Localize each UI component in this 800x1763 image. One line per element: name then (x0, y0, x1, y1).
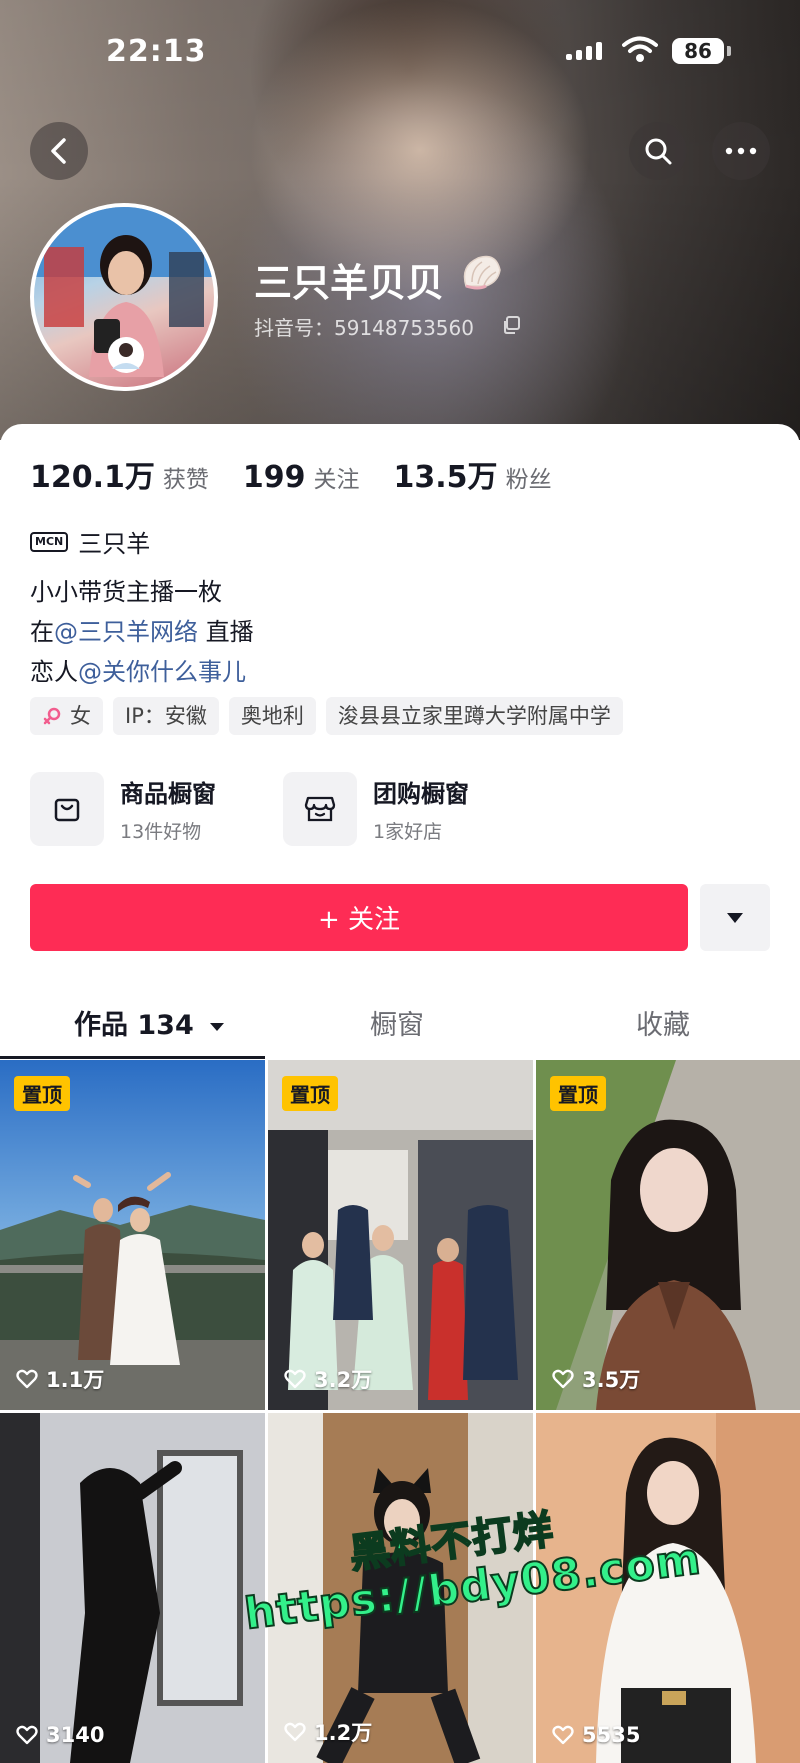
video-likes-count: 3140 (46, 1723, 105, 1747)
likes-label: 获赞 (162, 467, 209, 493)
video-thumbnail-image (268, 1060, 533, 1410)
tab-showcase[interactable]: 橱窗 (370, 1003, 424, 1042)
gender-label: 女 (70, 704, 91, 728)
bio-line-2: 在@三只羊网络 直播 (30, 612, 254, 647)
heart-icon (552, 1725, 574, 1745)
tab-works[interactable]: 作品 134 (74, 1003, 225, 1042)
ip-tag: IP：安徽 (113, 697, 219, 735)
video-thumbnail-image (536, 1060, 800, 1410)
video-likes: 3.5万 (552, 1364, 640, 1394)
product-showcase-entry[interactable]: 商品橱窗 13件好物 (30, 772, 216, 846)
chevron-left-icon (51, 138, 66, 164)
pinned-badge: 置顶 (14, 1076, 70, 1111)
likes-count[interactable]: 120.1万 (30, 452, 155, 496)
shop-subtitle: 13件好物 (120, 821, 202, 843)
active-tab-indicator (0, 1056, 265, 1059)
copy-icon[interactable] (502, 316, 520, 334)
video-likes: 5535 (552, 1723, 640, 1747)
mcn-row[interactable]: MCN 三只羊 (30, 524, 150, 559)
followers-label: 粉丝 (505, 467, 552, 493)
shell-emoji-icon (463, 255, 501, 290)
bio-text: 在 (30, 618, 54, 646)
school-tag[interactable]: 浚县县立家里蹲大学附属中学 (325, 697, 623, 735)
video-thumbnail[interactable]: 3140 (0, 1413, 265, 1763)
tab-works-label: 作品 134 (74, 1010, 194, 1041)
group-buy-title: 团购橱窗 (373, 780, 469, 808)
more-dots-icon (725, 147, 757, 155)
heart-icon (16, 1725, 38, 1745)
profile-nickname: 三只羊贝贝 (254, 261, 445, 305)
group-buy-subtitle: 1家好店 (373, 821, 443, 843)
video-likes-count: 3.2万 (314, 1368, 373, 1392)
profile-stats: 120.1万 获赞 199 关注 13.5万 粉丝 (30, 452, 586, 496)
follow-options-button[interactable] (700, 884, 770, 951)
mcn-name: 三只羊 (78, 530, 151, 558)
shop-title: 商品橱窗 (120, 780, 216, 808)
wifi-icon (622, 36, 658, 62)
video-likes: 3140 (16, 1723, 104, 1747)
group-buy-entry[interactable]: 团购橱窗 1家好店 (283, 772, 469, 846)
douyin-id: 抖音号：59148753560 (254, 316, 474, 340)
cellular-signal-icon (566, 40, 602, 60)
mcn-badge-icon: MCN (30, 531, 69, 552)
following-count[interactable]: 199 (243, 460, 306, 495)
video-thumbnail[interactable]: 置顶 3.2万 (268, 1060, 533, 1410)
heart-icon (552, 1369, 574, 1389)
pinned-badge: 置顶 (282, 1076, 338, 1111)
video-likes-count: 3.5万 (582, 1368, 641, 1392)
video-likes-count: 5535 (582, 1723, 641, 1747)
caret-down-icon (727, 912, 743, 923)
bio-text: 恋人 (30, 658, 78, 686)
caret-down-icon (210, 1022, 225, 1031)
avatar[interactable] (30, 203, 218, 391)
mention-link-company[interactable]: @三只羊网络 (54, 618, 198, 646)
female-icon (43, 707, 61, 725)
bio-text: 直播 (198, 618, 254, 646)
video-thumbnail-image (0, 1413, 265, 1763)
video-thumbnail-image (0, 1060, 265, 1410)
search-button[interactable] (629, 122, 687, 180)
gender-tag: 女 (30, 697, 103, 735)
video-likes-count: 1.1万 (46, 1368, 105, 1392)
search-icon (645, 138, 672, 165)
country-tag: 奥地利 (228, 697, 316, 735)
battery-tip (727, 46, 731, 56)
avatar-image (34, 207, 214, 377)
video-thumbnail[interactable]: 置顶 3.5万 (536, 1060, 800, 1410)
pinned-badge: 置顶 (550, 1076, 606, 1111)
followers-count[interactable]: 13.5万 (394, 452, 498, 496)
video-likes: 3.2万 (284, 1364, 372, 1394)
store-icon (304, 796, 336, 822)
back-button[interactable] (30, 122, 88, 180)
heart-icon (16, 1369, 38, 1389)
mention-link-partner[interactable]: @关你什么事儿 (78, 658, 246, 686)
heart-icon (284, 1722, 306, 1742)
more-options-button[interactable] (712, 122, 770, 180)
follow-button[interactable]: + 关注 (30, 884, 688, 951)
shopping-bag-icon (54, 798, 80, 822)
status-time: 22:13 (106, 34, 207, 69)
video-likes: 1.1万 (16, 1364, 104, 1394)
bio-line-1: 小小带货主播一枚 (30, 578, 222, 606)
video-likes-count: 1.2万 (314, 1721, 373, 1745)
battery-icon: 86 (672, 38, 724, 64)
profile-tags: 女 IP：安徽 奥地利 浚县县立家里蹲大学附属中学 (30, 697, 623, 735)
heart-icon (284, 1369, 306, 1389)
shop-bag-icon-box (30, 772, 104, 846)
bio-line-3: 恋人@关你什么事儿 (30, 652, 246, 687)
following-label: 关注 (313, 467, 360, 493)
store-icon-box (283, 772, 357, 846)
video-likes: 1.2万 (284, 1717, 372, 1747)
tab-favorites[interactable]: 收藏 (636, 1003, 690, 1042)
video-thumbnail[interactable]: 置顶 1.1万 (0, 1060, 265, 1410)
